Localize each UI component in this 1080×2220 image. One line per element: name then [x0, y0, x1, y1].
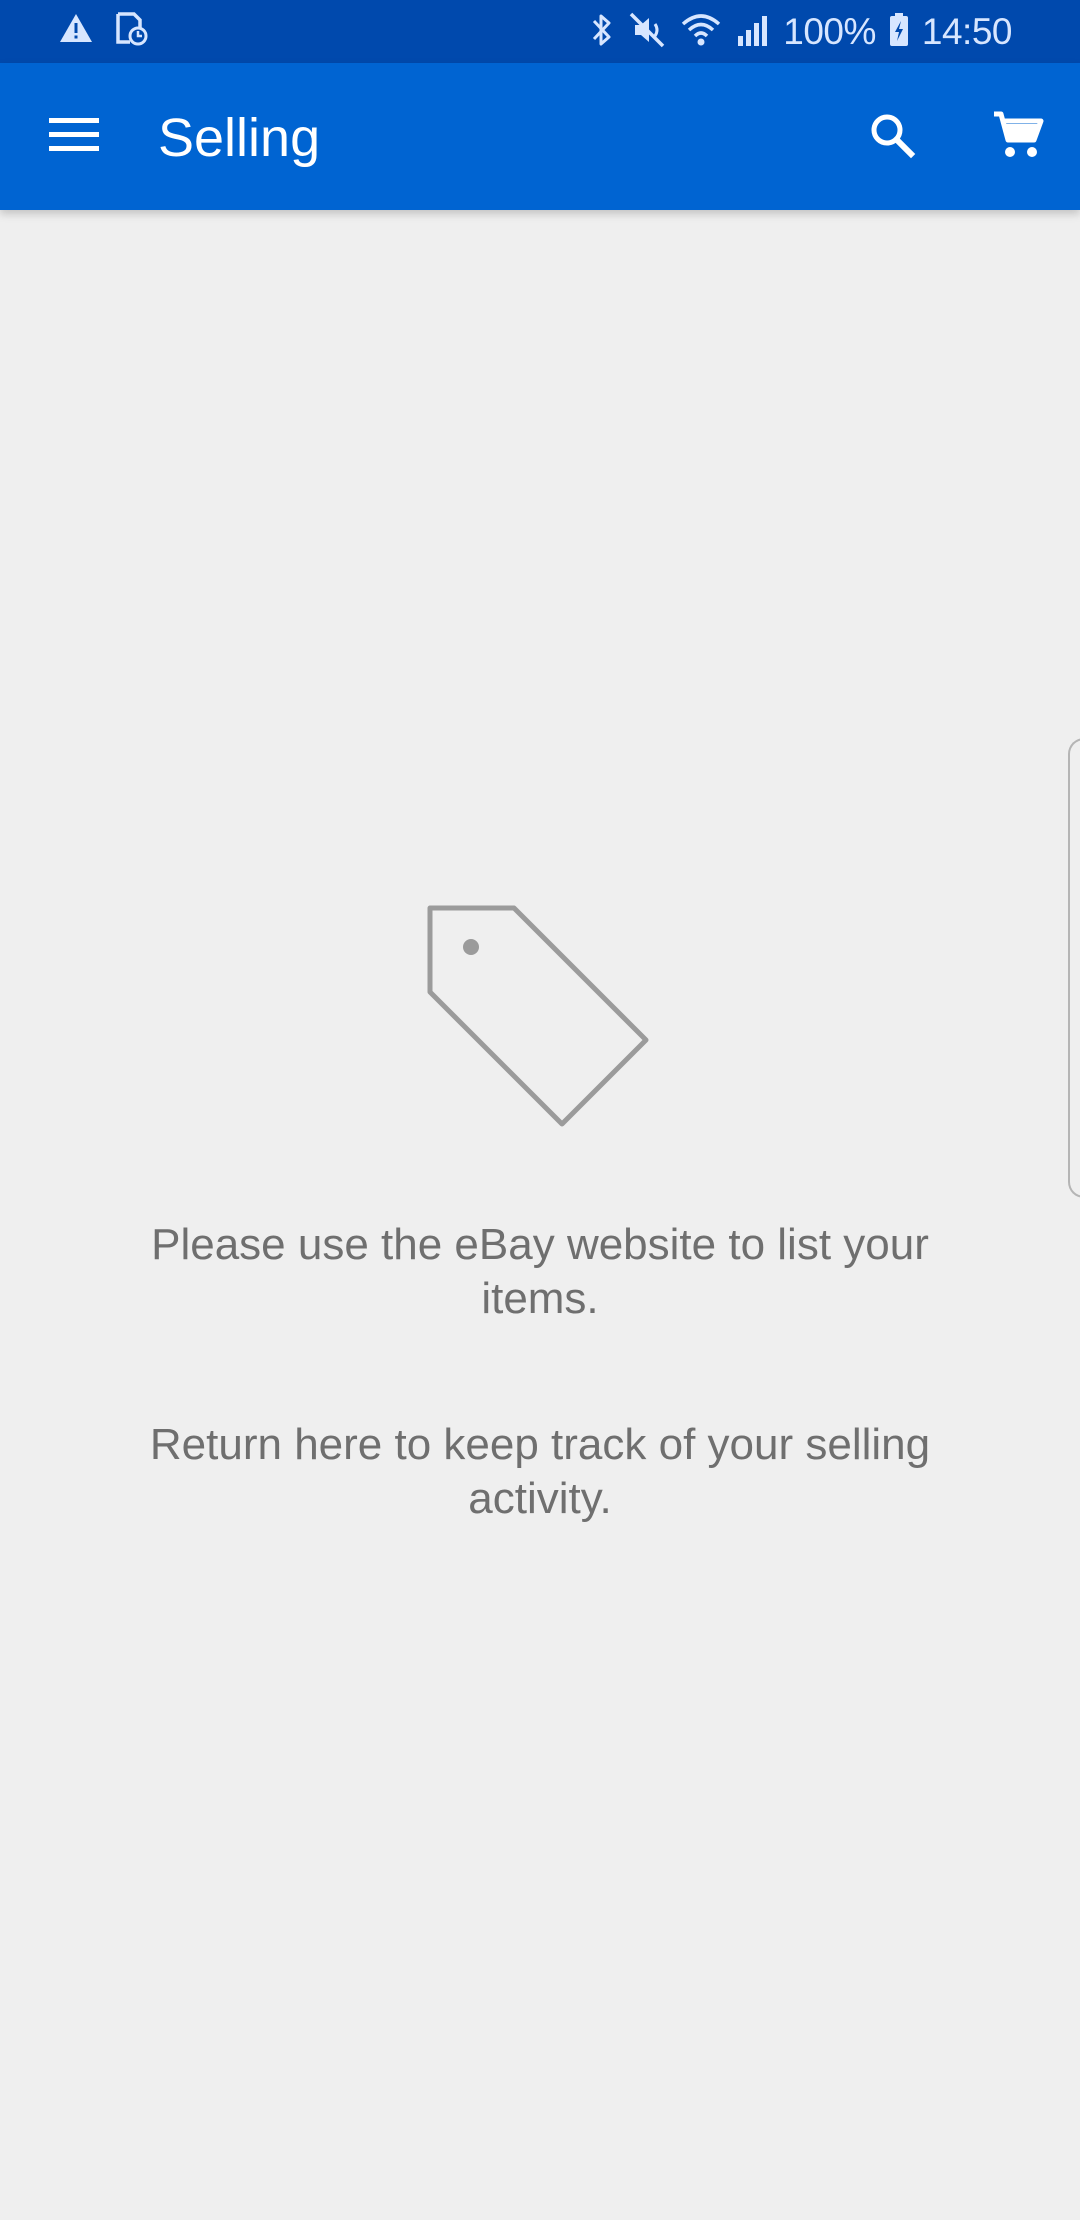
search-icon — [868, 111, 916, 164]
cart-button[interactable] — [978, 97, 1058, 177]
page-title: Selling — [158, 108, 321, 168]
battery-percent: 100% — [783, 11, 876, 52]
cart-icon — [992, 109, 1044, 166]
price-tag-icon — [420, 900, 660, 1140]
menu-button[interactable] — [26, 97, 122, 177]
status-right-icons: 100% 14:50 — [589, 8, 1013, 56]
status-left-icons — [58, 10, 148, 51]
bluetooth-icon — [589, 10, 615, 55]
app-bar: Selling — [0, 63, 1080, 210]
empty-state-submessage: Return here to keep track of your sellin… — [149, 1420, 931, 1523]
menu-icon — [49, 116, 99, 159]
sim-clock-icon — [112, 10, 148, 51]
empty-state-message: Please use the eBay website to list your… — [151, 1220, 929, 1323]
battery-charging-icon — [888, 10, 910, 55]
status-bar: 100% 14:50 — [0, 0, 1080, 63]
mute-icon — [627, 10, 667, 55]
clock-time: 14:50 — [921, 11, 1013, 52]
warning-icon — [58, 10, 94, 51]
main-content: Please use the eBay website to list your… — [0, 210, 1080, 2220]
wifi-icon — [679, 10, 723, 55]
edge-panel-handle[interactable] — [1068, 738, 1080, 1198]
signal-icon — [735, 10, 771, 55]
search-button[interactable] — [852, 97, 932, 177]
